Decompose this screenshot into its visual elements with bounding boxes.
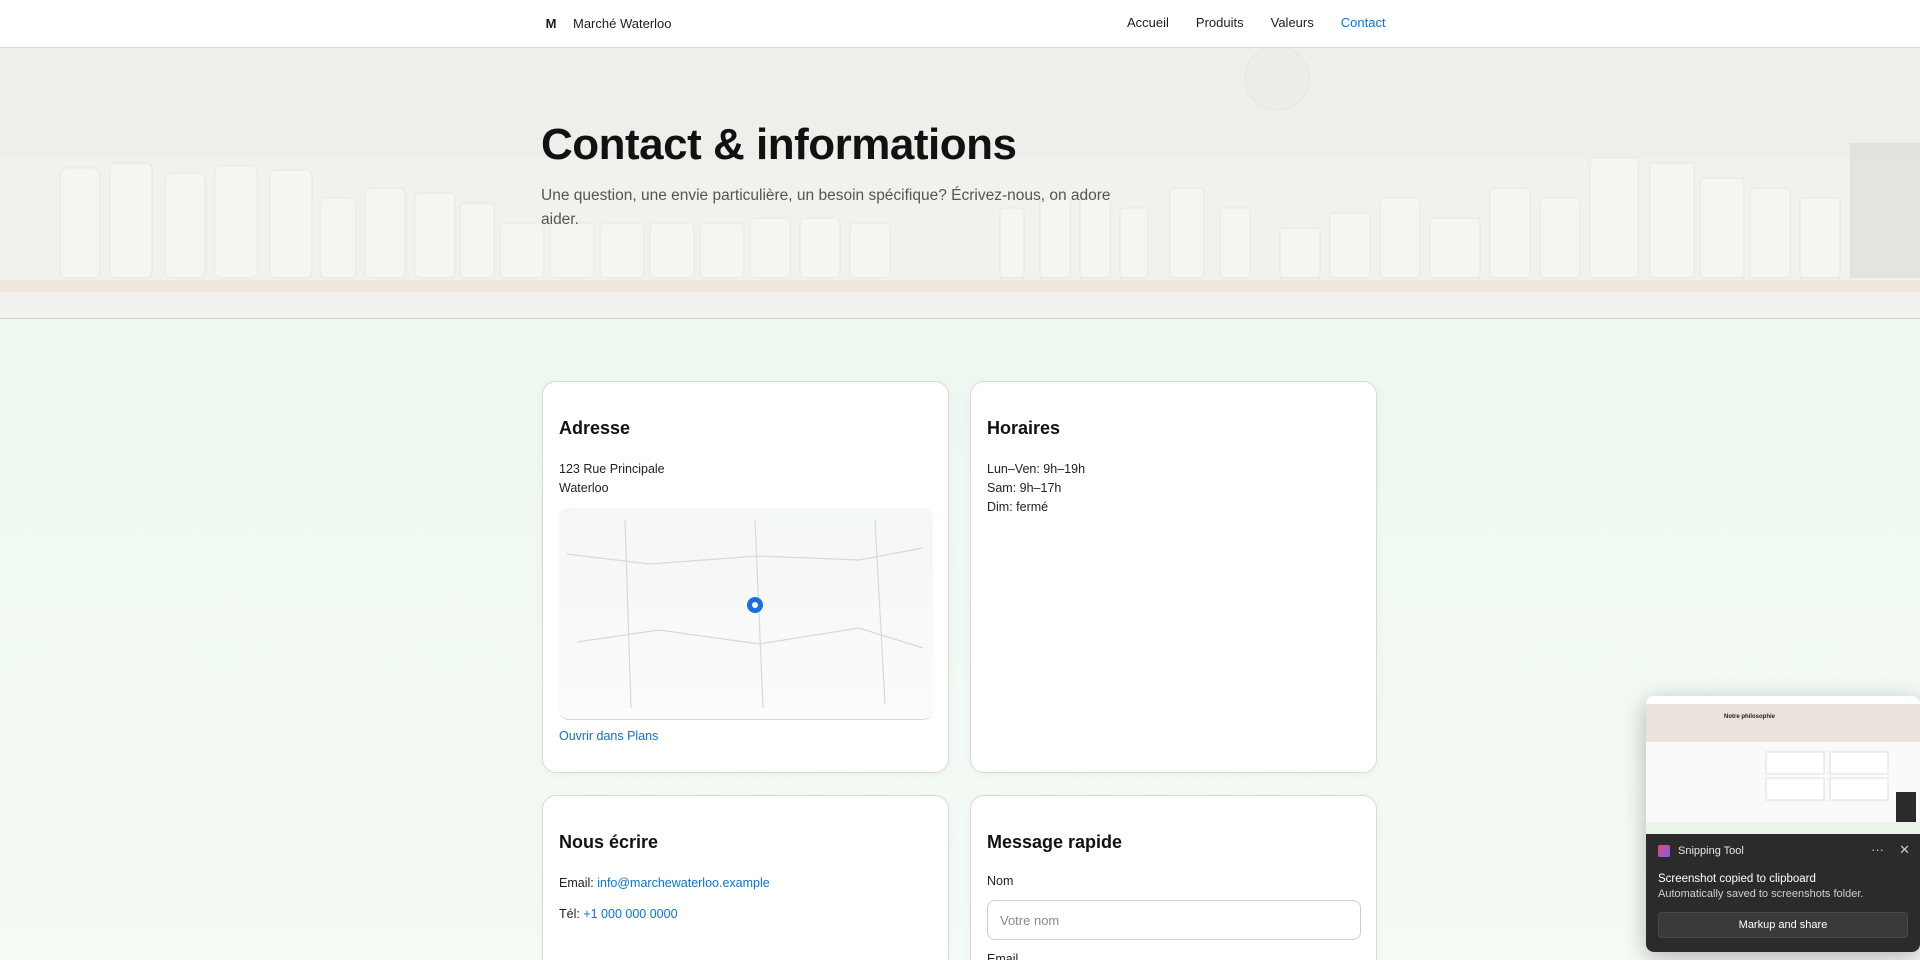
hero-banner: Contact & informations Une question, une…	[0, 48, 1920, 319]
top-navigation-bar: M Marché Waterloo Accueil Produits Valeu…	[0, 0, 1920, 48]
close-icon[interactable]: ✕	[1899, 842, 1910, 858]
brand-logo-icon: M	[545, 15, 557, 31]
location-pin-icon[interactable]	[746, 596, 764, 614]
write-title: Nous écrire	[559, 832, 659, 852]
snipping-tool-notification[interactable]: Notre philosophie Snipping Tool ··· ✕ Sc…	[1646, 696, 1920, 952]
hours-sunday: Dim: fermé	[987, 500, 1049, 514]
email-field-label: Email	[987, 952, 1019, 960]
hours-lines: Lun–Ven: 9h–19h Sam: 9h–17h Dim: fermé	[987, 460, 1085, 517]
brand-name: Marché Waterloo	[573, 15, 672, 31]
phone-line: Tél: +1 000 000 0000	[559, 907, 678, 921]
hours-card: Horaires Lun–Ven: 9h–19h Sam: 9h–17h Dim…	[970, 381, 1377, 773]
snipping-tool-app-name: Snipping Tool	[1678, 845, 1744, 857]
open-in-maps-link[interactable]: Ouvrir dans Plans	[559, 729, 658, 743]
name-input[interactable]	[987, 900, 1361, 940]
email-line: Email: info@marchewaterloo.example	[559, 876, 770, 890]
address-map[interactable]	[559, 508, 933, 720]
thumbnail-preview	[1646, 696, 1920, 834]
page-subtitle: Une question, une envie particulière, un…	[541, 187, 1111, 228]
markup-and-share-button[interactable]: Markup and share	[1658, 912, 1908, 938]
notification-message: Automatically saved to screenshots folde…	[1658, 888, 1864, 900]
notification-title: Screenshot copied to clipboard	[1658, 873, 1816, 885]
page-title: Contact & informations	[541, 120, 1017, 169]
nav-item-valeurs[interactable]: Valeurs	[1271, 15, 1314, 30]
phone-link[interactable]: +1 000 000 0000	[583, 907, 677, 921]
phone-label: Tél:	[559, 907, 580, 921]
address-card: Adresse 123 Rue Principale Waterloo Ouvr…	[542, 381, 949, 773]
nav-item-contact[interactable]: Contact	[1341, 15, 1386, 30]
snipping-tool-icon	[1658, 845, 1670, 857]
address-lines: 123 Rue Principale Waterloo	[559, 460, 665, 498]
nav-item-accueil[interactable]: Accueil	[1127, 15, 1169, 30]
nav-item-produits[interactable]: Produits	[1196, 15, 1244, 30]
email-link[interactable]: info@marchewaterloo.example	[597, 876, 770, 890]
write-card: Nous écrire Email: info@marchewaterloo.e…	[542, 795, 949, 960]
name-field-label: Nom	[987, 874, 1014, 888]
map-roads	[566, 519, 924, 709]
brand[interactable]: M Marché Waterloo	[541, 12, 672, 34]
address-street: 123 Rue Principale	[559, 462, 665, 476]
more-icon[interactable]: ···	[1871, 842, 1884, 857]
snipping-tool-panel: Snipping Tool ··· ✕ Screenshot copied to…	[1646, 834, 1920, 952]
hero-overlay	[0, 48, 1920, 318]
address-title: Adresse	[559, 418, 631, 438]
address-city: Waterloo	[559, 481, 609, 495]
hours-weekdays: Lun–Ven: 9h–19h	[987, 462, 1086, 476]
email-label: Email:	[559, 876, 594, 890]
hours-saturday: Sam: 9h–17h	[987, 481, 1062, 495]
quick-message-title: Message rapide	[987, 832, 1123, 852]
snipping-tool-app: Snipping Tool	[1658, 845, 1744, 857]
quick-message-card: Message rapide Nom Email	[970, 795, 1377, 960]
thumbnail-heading: Notre philosophie	[1724, 714, 1775, 720]
screenshot-thumbnail[interactable]: Notre philosophie	[1646, 696, 1920, 834]
main-nav: Accueil Produits Valeurs Contact	[1127, 15, 1386, 30]
hours-title: Horaires	[987, 418, 1061, 438]
